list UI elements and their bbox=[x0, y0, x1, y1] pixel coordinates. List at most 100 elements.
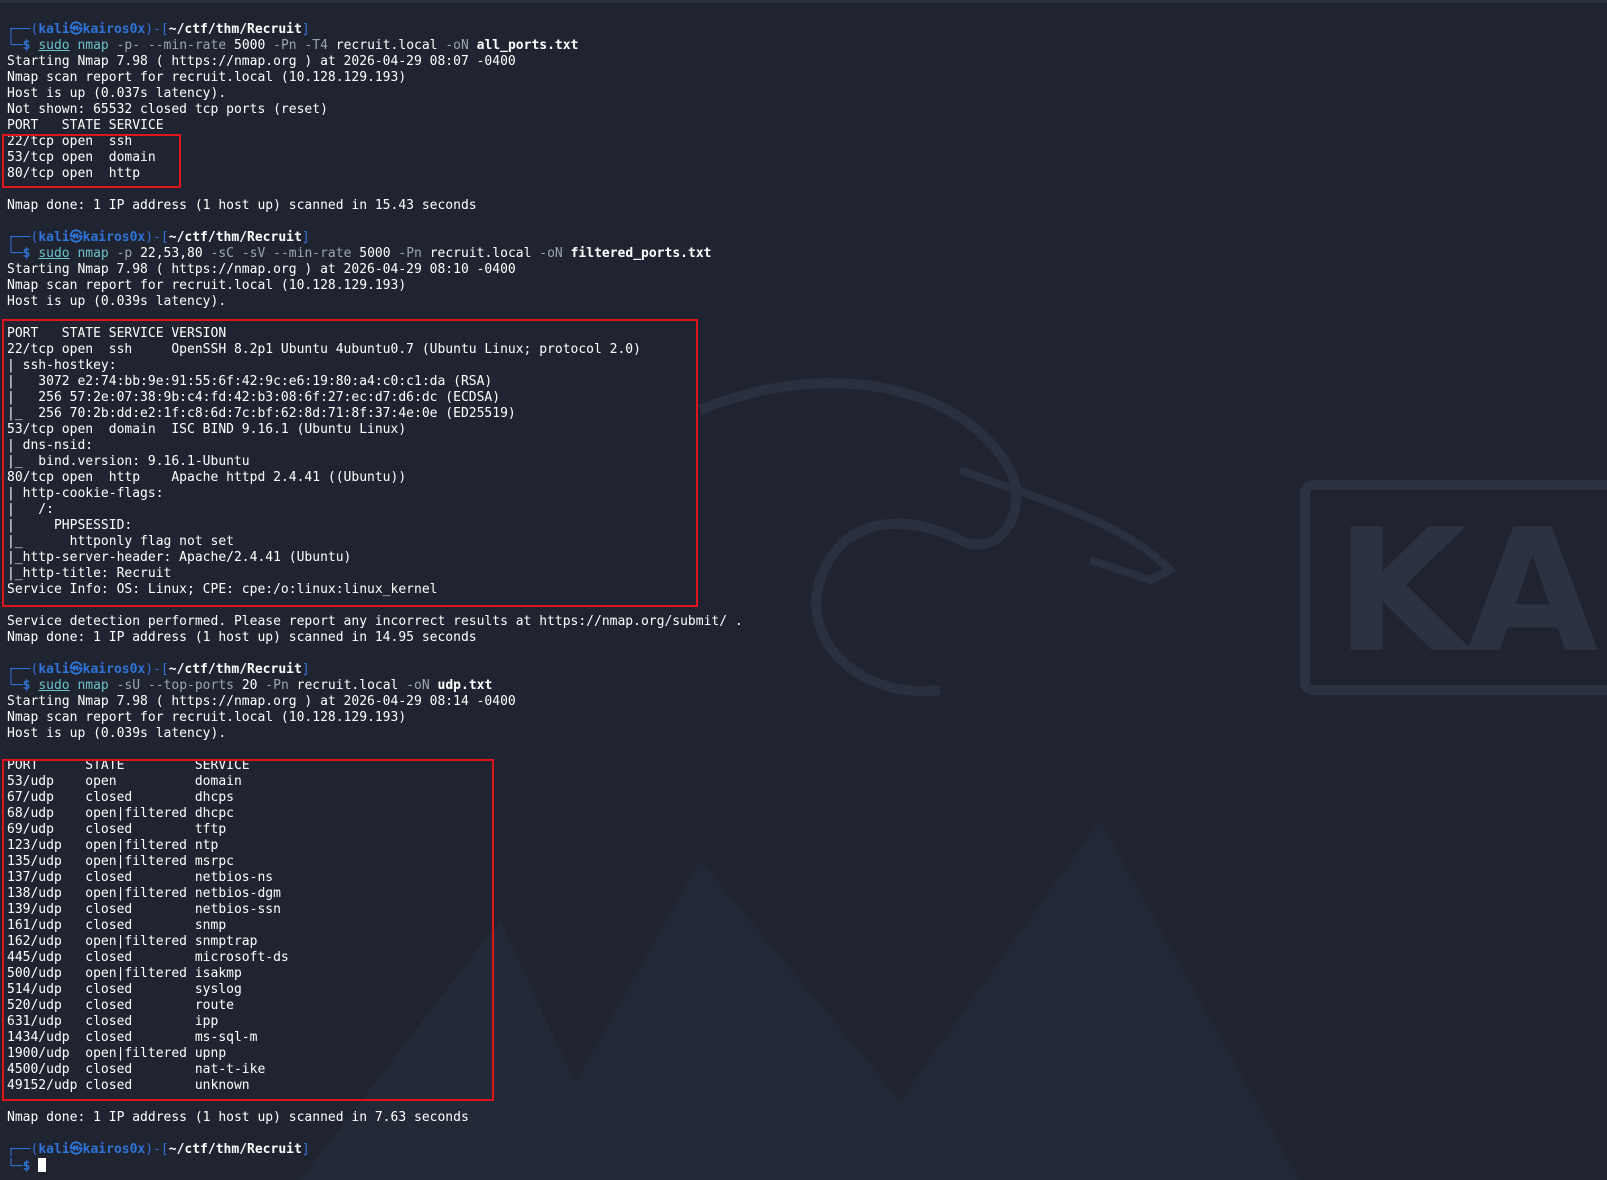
output-line: PORT STATE SERVICE VERSION bbox=[7, 326, 227, 341]
output-line: Starting Nmap 7.98 ( https://nmap.org ) … bbox=[7, 262, 516, 277]
terminal-output[interactable]: ┌──(kali㉿kairos0x)-[~/ctf/thm/Recruit] └─… bbox=[7, 22, 1597, 1174]
text-cursor bbox=[38, 1158, 47, 1172]
command-token: sudo bbox=[38, 678, 70, 693]
prompt-dollar: $ bbox=[22, 1159, 39, 1174]
output-line: 500/udp open|filtered isakmp bbox=[7, 966, 242, 981]
prompt-box-corner: ┌── bbox=[7, 662, 31, 677]
output-line: | ssh-hostkey: bbox=[7, 358, 117, 373]
prompt-user: kali bbox=[38, 22, 70, 37]
prompt-dollar: $ bbox=[22, 246, 39, 261]
output-line: Starting Nmap 7.98 ( https://nmap.org ) … bbox=[7, 54, 516, 69]
command-line[interactable]: └─$ sudo nmap -p- --min-rate 5000 -Pn -T… bbox=[7, 38, 1597, 54]
output-line: PORT STATE SERVICE bbox=[7, 118, 164, 133]
output-line: Nmap scan report for recruit.local (10.1… bbox=[7, 278, 407, 293]
prompt-host: kairos0x bbox=[82, 1142, 146, 1157]
output-line: 1900/udp open|filtered upnp bbox=[7, 1046, 227, 1061]
prompt-path: ~/ctf/thm/Recruit bbox=[168, 230, 302, 245]
output-line: 138/udp open|filtered netbios-dgm bbox=[7, 886, 281, 901]
output-line: | PHPSESSID: bbox=[7, 518, 133, 533]
output-line: |_ bind.version: 9.16.1-Ubuntu bbox=[7, 454, 250, 469]
terminal-window: { "prompts": [ {"user": "kali", "host": … bbox=[0, 0, 1607, 1180]
prompt-bracket: )-[ bbox=[145, 22, 169, 37]
output-line: 520/udp closed route bbox=[7, 998, 234, 1013]
prompt-header-line: ┌──(kali㉿kairos0x)-[~/ctf/thm/Recruit] bbox=[7, 22, 1597, 38]
output-line: Starting Nmap 7.98 ( https://nmap.org ) … bbox=[7, 694, 516, 709]
prompt-bracket: )-[ bbox=[145, 662, 169, 677]
prompt-host: kairos0x bbox=[82, 662, 146, 677]
prompt-box-corner: ┌── bbox=[7, 1142, 31, 1157]
output-line: 137/udp closed netbios-ns bbox=[7, 870, 274, 885]
output-line: | /: bbox=[7, 502, 54, 517]
command-token: 22,53,80 bbox=[140, 246, 203, 261]
output-line: 53/udp open domain bbox=[7, 774, 242, 789]
prompt-header-line: ┌──(kali㉿kairos0x)-[~/ctf/thm/Recruit] bbox=[7, 1142, 1597, 1158]
command-token: -oN bbox=[398, 678, 438, 693]
prompt-at-symbol: ㉿ bbox=[69, 662, 83, 677]
command-token: nmap bbox=[77, 678, 109, 693]
output-line: 53/tcp open domain ISC BIND 9.16.1 (Ubun… bbox=[7, 422, 407, 437]
prompt-user: kali bbox=[38, 1142, 70, 1157]
output-line: Host is up (0.037s latency). bbox=[7, 86, 227, 101]
output-line: Nmap scan report for recruit.local (10.1… bbox=[7, 710, 407, 725]
command-token: -Pn bbox=[390, 246, 430, 261]
output-line: 123/udp open|filtered ntp bbox=[7, 838, 219, 853]
prompt-bracket: ] bbox=[301, 230, 310, 245]
command-line[interactable]: └─$ sudo nmap -sU --top-ports 20 -Pn rec… bbox=[7, 678, 1597, 694]
prompt-user: kali bbox=[38, 230, 70, 245]
command-token: -oN bbox=[531, 246, 571, 261]
prompt-box-corner: ┌── bbox=[7, 230, 31, 245]
prompt-box-corner: └─ bbox=[7, 246, 23, 261]
command-token: filtered_ports.txt bbox=[570, 246, 712, 261]
prompt-bracket: ] bbox=[301, 662, 310, 677]
output-line: Service detection performed. Please repo… bbox=[7, 614, 743, 629]
output-line: |_http-title: Recruit bbox=[7, 566, 172, 581]
output-line: 445/udp closed microsoft-ds bbox=[7, 950, 289, 965]
output-line: 631/udp closed ipp bbox=[7, 1014, 219, 1029]
command-line[interactable]: └─$ sudo nmap -p 22,53,80 -sC -sV --min-… bbox=[7, 246, 1597, 262]
command-token: -oN bbox=[437, 38, 477, 53]
command-token: 20 bbox=[241, 678, 258, 693]
output-line: |_ httponly flag not set bbox=[7, 534, 234, 549]
output-line: | 3072 e2:74:bb:9e:91:55:6f:42:9c:e6:19:… bbox=[7, 374, 493, 389]
output-line: 22/tcp open ssh bbox=[7, 134, 133, 149]
output-line: 1434/udp closed ms-sql-m bbox=[7, 1030, 258, 1045]
output-line: Nmap done: 1 IP address (1 host up) scan… bbox=[7, 198, 477, 213]
command-token: 5000 bbox=[234, 38, 266, 53]
output-line: 49152/udp closed unknown bbox=[7, 1078, 250, 1093]
command-token: udp.txt bbox=[437, 678, 493, 693]
command-token: recruit.local bbox=[429, 246, 532, 261]
output-line: 67/udp closed dhcps bbox=[7, 790, 234, 805]
prompt-bracket: )-[ bbox=[145, 1142, 169, 1157]
command-token: -sU --top-ports bbox=[108, 678, 242, 693]
output-line: Nmap done: 1 IP address (1 host up) scan… bbox=[7, 1110, 469, 1125]
output-line: Service Info: OS: Linux; CPE: cpe:/o:lin… bbox=[7, 582, 438, 597]
command-token: sudo bbox=[38, 38, 70, 53]
prompt-path: ~/ctf/thm/Recruit bbox=[168, 22, 302, 37]
command-token: -sC -sV --min-rate bbox=[202, 246, 360, 261]
output-line: Host is up (0.039s latency). bbox=[7, 294, 227, 309]
prompt-at-symbol: ㉿ bbox=[69, 22, 83, 37]
output-line: | dns-nsid: bbox=[7, 438, 94, 453]
output-line: 22/tcp open ssh OpenSSH 8.2p1 Ubuntu 4ub… bbox=[7, 342, 641, 357]
prompt-bracket: ] bbox=[301, 1142, 310, 1157]
command-line[interactable]: └─$ bbox=[7, 1158, 1597, 1174]
output-line: 69/udp closed tftp bbox=[7, 822, 227, 837]
command-token: recruit.local bbox=[335, 38, 438, 53]
command-token: -p bbox=[108, 246, 141, 261]
command-token: -Pn -T4 bbox=[265, 38, 336, 53]
output-line: |_ 256 70:2b:dd:e2:1f:c8:6d:7c:bf:62:8d:… bbox=[7, 406, 516, 421]
output-line: 135/udp open|filtered msrpc bbox=[7, 854, 234, 869]
command-token: nmap bbox=[77, 38, 109, 53]
output-line: Nmap done: 1 IP address (1 host up) scan… bbox=[7, 630, 477, 645]
command-token: recruit.local bbox=[296, 678, 399, 693]
output-line: | 256 57:2e:07:38:9b:c4:fd:42:b3:08:6f:2… bbox=[7, 390, 501, 405]
output-line: 514/udp closed syslog bbox=[7, 982, 242, 997]
prompt-user: kali bbox=[38, 662, 70, 677]
output-line: 53/tcp open domain bbox=[7, 150, 156, 165]
prompt-path: ~/ctf/thm/Recruit bbox=[168, 662, 302, 677]
